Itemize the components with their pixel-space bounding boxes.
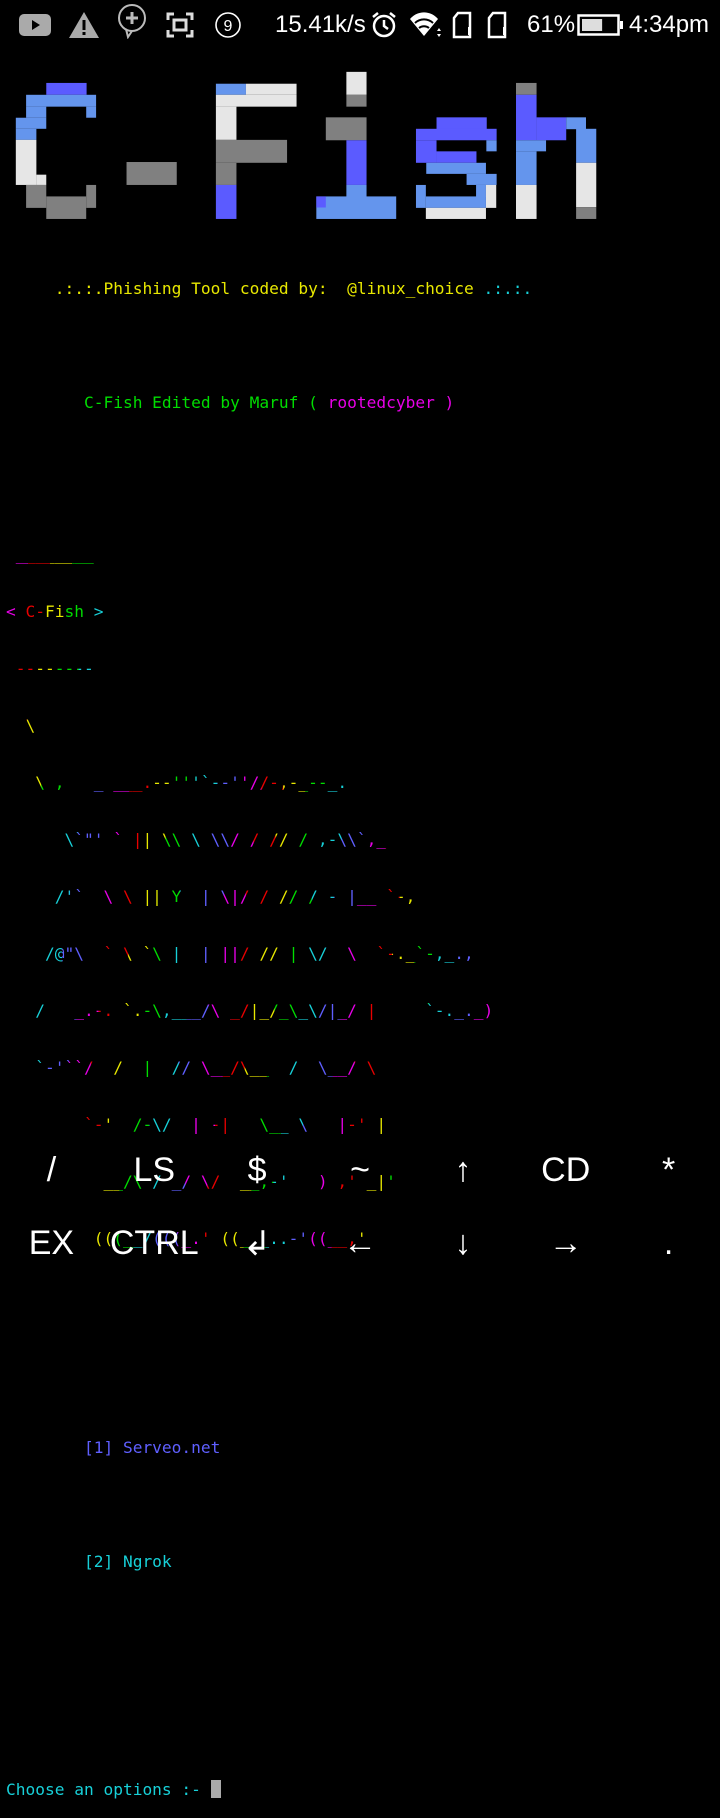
key-enter[interactable]: ↲ <box>206 1207 309 1280</box>
key-right[interactable]: → <box>514 1207 617 1280</box>
ascii-art-line: \`"' ` || \\ \ \\/ / // / ,-\\`,_ <box>6 830 706 849</box>
screenshot-icon <box>166 10 194 40</box>
alarm-icon <box>370 10 398 40</box>
ascii-art-line: /@"\ ` \ `\ | | ||/ // | \/ \ `-._`-,_., <box>6 944 706 963</box>
sim1-icon <box>452 10 474 40</box>
credit-suffix: .:.:. <box>473 279 533 298</box>
key-up[interactable]: ↑ <box>411 1133 514 1207</box>
ascii-art-line: `-'``/ / | // \__/\__ / \__/ \ <box>6 1058 706 1077</box>
cursor <box>210 1780 221 1798</box>
prompt-text: Choose an options :- <box>6 1780 211 1799</box>
chat-add-icon <box>116 4 148 39</box>
battery-percent: 61% <box>527 11 576 38</box>
key-ls[interactable]: LS <box>103 1133 206 1207</box>
credit-text: .:.:.Phishing Tool coded by: @linux_choi… <box>6 279 474 298</box>
ascii-art-line: -------- <box>6 659 706 678</box>
terminal-output: .:.:.Phishing Tool coded by: @linux_choi… <box>6 241 706 1818</box>
key-dot[interactable]: . <box>617 1207 720 1280</box>
key-asterisk[interactable]: * <box>617 1133 720 1207</box>
battery-icon <box>577 10 625 40</box>
wifi-icon <box>408 10 442 40</box>
credit-line: .:.:.Phishing Tool coded by: @linux_choi… <box>6 279 706 298</box>
edited-line: C-Fish Edited by Maruf ( rootedcyber ) <box>6 393 706 412</box>
warning-icon <box>68 10 100 40</box>
extra-keys-bar: / LS $ ~ ↑ CD * EX CTRL ↲ ← ↓ → . <box>0 1133 720 1280</box>
youtube-icon <box>18 10 52 40</box>
key-ctrl[interactable]: CTRL <box>103 1207 206 1280</box>
key-dollar[interactable]: $ <box>206 1133 309 1207</box>
option-ngrok[interactable]: [2] Ngrok <box>6 1552 706 1571</box>
c-fish-logo <box>15 71 597 219</box>
edited-suffix: ) <box>434 393 455 412</box>
key-tilde[interactable]: ~ <box>309 1133 412 1207</box>
logo-letter-f <box>215 83 297 219</box>
ascii-art-line: < C-Fish > <box>6 602 706 621</box>
clock: 4:34pm <box>629 11 710 38</box>
edited-text: C-Fish Edited by Maruf ( <box>6 393 328 412</box>
key-slash[interactable]: / <box>0 1133 103 1207</box>
ascii-art-line: ________ <box>6 545 706 564</box>
prompt-line[interactable]: Choose an options :- <box>6 1780 706 1799</box>
key-left[interactable]: ← <box>309 1207 412 1280</box>
status-bar: 9 15.41k/s 61% 4:34pm <box>0 0 720 50</box>
sim2-icon <box>487 10 509 40</box>
net-speed: 15.41k/s <box>275 11 366 38</box>
key-down[interactable]: ↓ <box>411 1207 514 1280</box>
key-cd[interactable]: CD <box>514 1133 617 1207</box>
key-ex[interactable]: EX <box>0 1207 103 1280</box>
ascii-art-line: \ <box>6 716 706 735</box>
notification-count-icon: 9 <box>214 10 242 40</box>
option-serveo[interactable]: [1] Serveo.net <box>6 1438 706 1457</box>
ascii-art-line: /'` \ \ || Y | \|/ / // / - |__ `-, <box>6 887 706 906</box>
ascii-art-line: `-' /-\/ | -| \__ \ |-' | <box>6 1115 706 1134</box>
ascii-art-line: / _.-. `.-\,___/\ _/|_/_\_\/|_/ | `-._._… <box>6 1001 706 1020</box>
notification-count: 9 <box>224 18 233 35</box>
logo-letter-c <box>15 82 97 219</box>
logo-dash <box>126 162 177 185</box>
logo-letter-i <box>316 71 397 219</box>
editor-name: rootedcyber <box>327 393 435 412</box>
logo-letter-s <box>415 117 497 219</box>
logo-letter-h <box>516 82 597 219</box>
ascii-art-line: \ , _ ___.--'''`--''//-,-_--_. <box>6 773 706 792</box>
